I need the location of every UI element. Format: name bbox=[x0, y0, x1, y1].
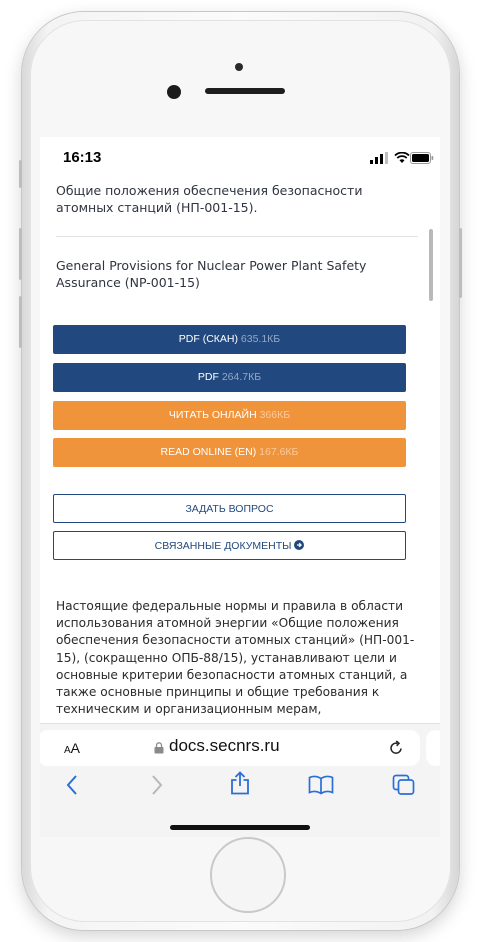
earpiece-speaker bbox=[205, 88, 285, 94]
file-size: 366КБ bbox=[259, 409, 291, 421]
document-header: Общие положения обеспечения безопасности… bbox=[56, 182, 418, 291]
arrow-right-circle-icon bbox=[294, 540, 305, 550]
divider bbox=[56, 236, 418, 237]
back-icon[interactable] bbox=[65, 774, 79, 796]
button-label: СВЯЗАННЫЕ ДОКУМЕНТЫ bbox=[154, 540, 292, 552]
wifi-icon bbox=[394, 152, 410, 163]
file-size: 167.6КБ bbox=[259, 446, 299, 458]
text-size-button[interactable]: AA bbox=[64, 740, 80, 756]
volume-down-button bbox=[19, 296, 22, 348]
browser-toolbar: AA docs.secnrs.ru bbox=[40, 723, 440, 837]
reload-icon[interactable] bbox=[388, 740, 404, 756]
button-label: READ ONLINE (EN) bbox=[160, 446, 257, 458]
phone-screen: 16:13 Общие положения обеспечения безопа… bbox=[40, 137, 440, 837]
file-size: 264.7КБ bbox=[221, 371, 262, 383]
status-time: 16:13 bbox=[63, 149, 102, 166]
address-bar[interactable]: AA docs.secnrs.ru bbox=[40, 730, 420, 766]
button-label: PDF (СКАН) bbox=[178, 333, 238, 345]
document-description: Настоящие федеральные нормы и правила в … bbox=[56, 599, 415, 717]
read-online-button[interactable]: ЧИТАТЬ ОНЛАЙН 366КБ bbox=[53, 401, 406, 430]
home-indicator bbox=[170, 825, 310, 830]
lock-icon bbox=[154, 742, 164, 754]
front-camera bbox=[167, 85, 181, 99]
home-button[interactable] bbox=[210, 837, 286, 913]
mute-switch bbox=[19, 160, 22, 188]
status-bar: 16:13 bbox=[40, 137, 440, 177]
button-label: ЗАДАТЬ ВОПРОС bbox=[185, 503, 274, 515]
ask-question-button[interactable]: ЗАДАТЬ ВОПРОС bbox=[53, 494, 406, 523]
next-tab-preview[interactable] bbox=[426, 730, 440, 766]
power-button bbox=[459, 228, 462, 298]
button-label: PDF bbox=[197, 371, 219, 383]
download-pdf-button[interactable]: PDF 264.7КБ bbox=[53, 363, 406, 392]
bookmarks-icon[interactable] bbox=[308, 775, 334, 795]
volume-up-button bbox=[19, 228, 22, 280]
button-label: ЧИТАТЬ ОНЛАЙН bbox=[168, 409, 257, 421]
page-scrollbar[interactable] bbox=[429, 229, 433, 301]
signal-icon bbox=[370, 152, 388, 164]
url-domain: docs.secnrs.ru bbox=[169, 736, 280, 755]
forward-icon[interactable] bbox=[150, 774, 164, 796]
text-size-label: A bbox=[70, 740, 81, 756]
battery-icon bbox=[410, 152, 434, 164]
share-icon[interactable] bbox=[230, 771, 250, 795]
proximity-sensor bbox=[235, 63, 243, 71]
related-documents-button[interactable]: СВЯЗАННЫЕ ДОКУМЕНТЫ bbox=[53, 531, 406, 560]
document-title-en: General Provisions for Nuclear Power Pla… bbox=[56, 258, 367, 290]
read-online-en-button[interactable]: READ ONLINE (EN) 167.6КБ bbox=[53, 438, 406, 467]
download-pdf-scan-button[interactable]: PDF (СКАН) 635.1КБ bbox=[53, 325, 406, 354]
document-title-ru: Общие положения обеспечения безопасности… bbox=[56, 183, 363, 215]
tabs-icon[interactable] bbox=[392, 774, 416, 796]
file-size: 635.1КБ bbox=[240, 333, 281, 345]
